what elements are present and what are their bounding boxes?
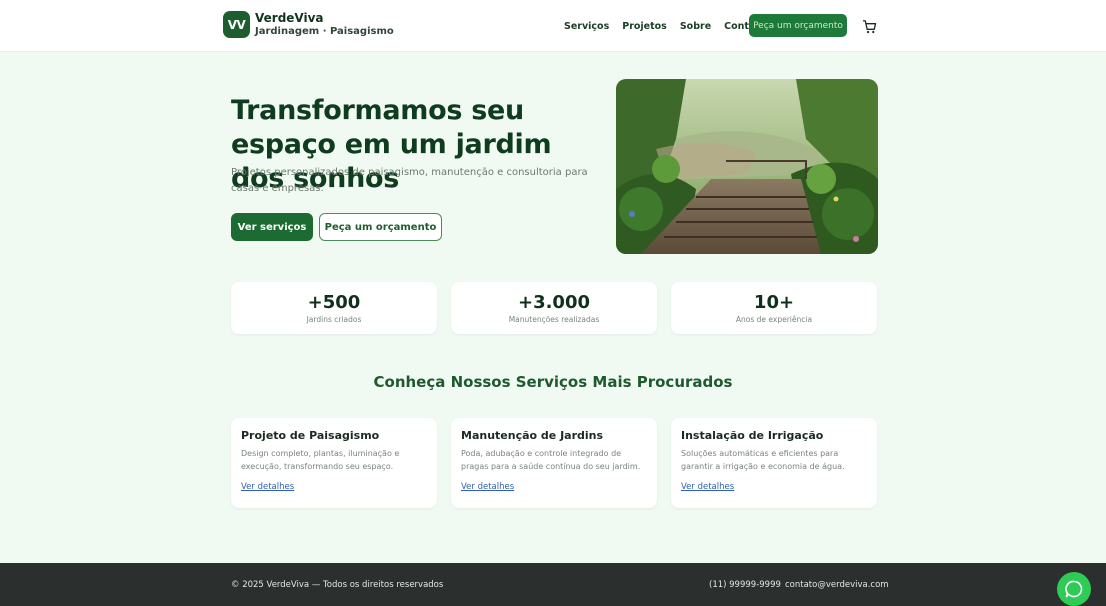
request-quote-button[interactable]: Peça um orçamento: [319, 213, 442, 241]
stat-value: +500: [307, 292, 361, 313]
chat-icon: [1065, 580, 1083, 598]
footer-email[interactable]: contato@verdeviva.com: [785, 580, 889, 590]
stat-card: +500 Jardins criados: [231, 282, 437, 334]
brand-name: VerdeViva: [255, 11, 324, 25]
header-quote-button[interactable]: Peça um orçamento: [749, 14, 847, 37]
service-card-title: Projeto de Paisagismo: [241, 429, 380, 442]
service-card-manutencao: Manutenção de Jardins Poda, adubação e c…: [451, 418, 657, 508]
view-services-button[interactable]: Ver serviços: [231, 213, 313, 241]
main-nav: Serviços Projetos Sobre Contato: [564, 21, 766, 32]
stat-card: 10+ Anos de experiência: [671, 282, 877, 334]
nav-sobre[interactable]: Sobre: [680, 21, 711, 32]
stat-label: Anos de experiência: [735, 315, 813, 324]
stat-card: +3.000 Manutenções realizadas: [451, 282, 657, 334]
service-details-link[interactable]: Ver detalhes: [241, 482, 427, 492]
hero-garden-image: [616, 79, 878, 254]
hero-subtitle: Projetos personalizados de paisagismo, m…: [231, 167, 588, 194]
service-card-description: Poda, adubação e controle integrado de p…: [461, 449, 641, 471]
stat-label: Jardins criados: [306, 315, 362, 324]
footer-copyright: © 2025 VerdeViva — Todos os direitos res…: [231, 580, 444, 590]
service-details-link[interactable]: Ver detalhes: [681, 482, 867, 492]
site-header: VV VerdeViva Jardinagem · Paisagismo Ser…: [0, 0, 1106, 52]
brand-tagline: Jardinagem · Paisagismo: [255, 26, 394, 37]
service-details-link[interactable]: Ver detalhes: [461, 482, 647, 492]
stat-label: Manutenções realizadas: [508, 315, 600, 324]
service-card-description: Soluções automáticas e eficientes para g…: [681, 449, 845, 471]
brand-logo[interactable]: VV VerdeViva Jardinagem · Paisagismo: [223, 11, 394, 39]
site-footer: © 2025 VerdeViva — Todos os direitos res…: [0, 563, 1106, 606]
stat-value: 10+: [753, 292, 795, 313]
service-card-description: Design completo, plantas, iluminação e e…: [241, 449, 400, 471]
stat-value: +3.000: [517, 292, 591, 313]
chat-button[interactable]: [1057, 572, 1091, 606]
service-card-title: Instalação de Irrigação: [681, 429, 824, 442]
brand-badge: VV: [223, 11, 250, 39]
service-card-irrigacao: Instalação de Irrigação Soluções automát…: [671, 418, 877, 508]
brand-text: VerdeViva Jardinagem · Paisagismo: [255, 11, 394, 39]
nav-projetos[interactable]: Projetos: [622, 21, 667, 32]
services-title: Conheça Nossos Serviços Mais Procurados: [373, 373, 733, 391]
cart-icon[interactable]: [862, 19, 877, 34]
service-card-title: Manutenção de Jardins: [461, 429, 604, 442]
service-card-paisagismo: Projeto de Paisagismo Design completo, p…: [231, 418, 437, 508]
footer-phone[interactable]: (11) 99999-9999: [709, 580, 781, 590]
nav-servicos[interactable]: Serviços: [564, 21, 609, 32]
